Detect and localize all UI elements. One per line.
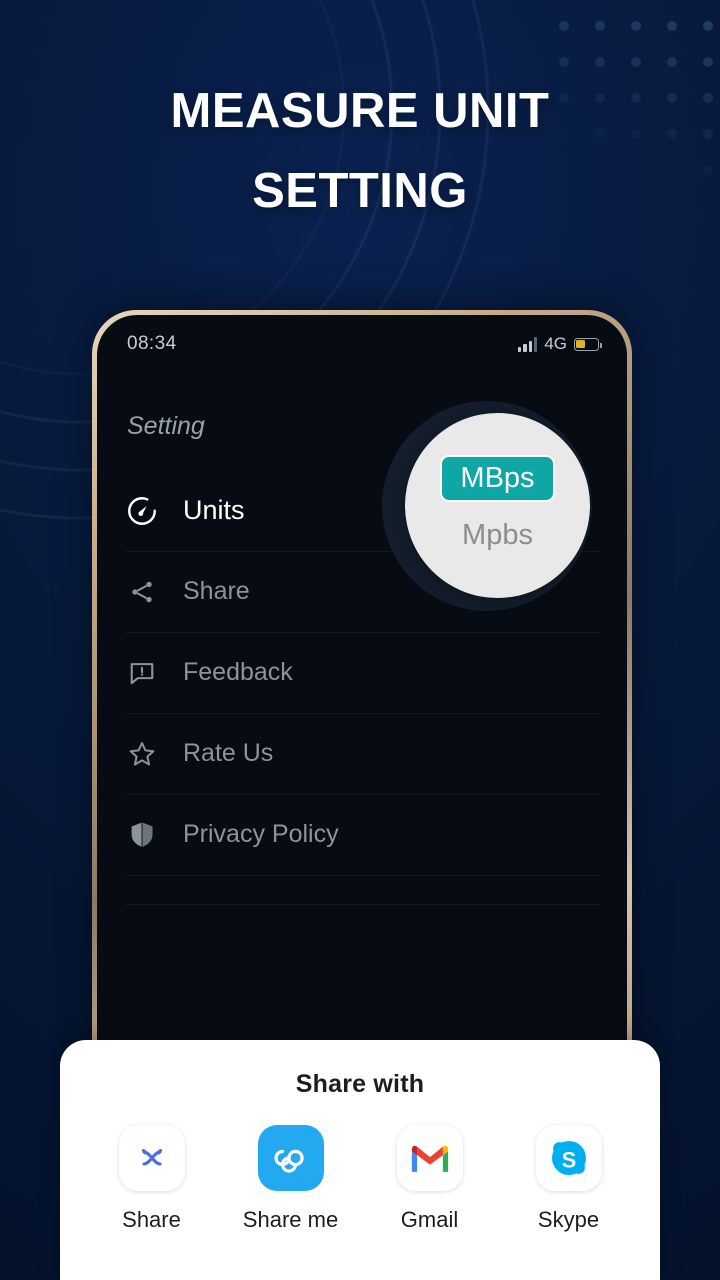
- share-target-share-me[interactable]: Share me: [231, 1125, 351, 1233]
- menu-item-privacy-policy[interactable]: Privacy Policy: [125, 794, 601, 875]
- status-bar: 08:34 4G: [97, 315, 627, 373]
- share-app-label: Share: [122, 1207, 181, 1232]
- menu-item-label: Feedback: [183, 658, 293, 686]
- share-nodes-icon: [125, 578, 159, 606]
- battery-icon: [574, 337, 602, 351]
- menu-item-label: Units: [183, 495, 245, 525]
- unit-option-mbps[interactable]: MBps: [440, 454, 555, 502]
- share-target-share[interactable]: Share: [92, 1125, 212, 1233]
- signal-bars-icon: [517, 336, 538, 352]
- share-sheet: Share with Share Share me Gmail S Skype: [60, 1040, 660, 1280]
- share-app-list: Share Share me Gmail S Skype: [60, 1099, 660, 1233]
- phone-screen: 08:34 4G Setting Units Share Feedback Ra…: [97, 315, 627, 1080]
- share-app-label: Share me: [242, 1207, 339, 1232]
- share-target-skype[interactable]: S Skype: [509, 1125, 629, 1233]
- unit-option-mpbs[interactable]: Mpbs: [446, 514, 549, 557]
- svg-text:S: S: [561, 1148, 576, 1173]
- menu-item-feedback[interactable]: Feedback: [125, 632, 601, 713]
- star-icon: [125, 739, 159, 769]
- phone-mockup: 08:34 4G Setting Units Share Feedback Ra…: [92, 310, 632, 1080]
- page-title-line-1: MEASURE UNIT: [170, 84, 550, 138]
- menu-divider: [125, 875, 601, 876]
- menu-item-label: Share: [183, 577, 250, 605]
- menu-divider: [125, 904, 601, 905]
- share-app-label: Gmail: [400, 1207, 459, 1232]
- feedback-chat-icon: [125, 659, 159, 687]
- screen-title: Setting: [127, 412, 205, 440]
- menu-item-rate-us[interactable]: Rate Us: [125, 713, 601, 794]
- gmail-icon: [396, 1125, 463, 1191]
- share-app-icon: [118, 1125, 185, 1191]
- skype-icon: S: [535, 1125, 602, 1191]
- speedometer-icon: [125, 494, 159, 528]
- status-indicators: 4G: [517, 334, 602, 354]
- page-title: MEASURE UNIT SETTING: [0, 72, 720, 232]
- unit-popup[interactable]: MBps Mpbs: [405, 413, 590, 598]
- menu-item-label: Privacy Policy: [183, 820, 339, 848]
- network-type-label: 4G: [544, 334, 567, 353]
- share-target-gmail[interactable]: Gmail: [370, 1125, 490, 1233]
- share-app-label: Skype: [537, 1207, 600, 1232]
- menu-item-label: Rate Us: [183, 739, 274, 767]
- status-time: 08:34: [127, 333, 177, 354]
- shareme-infinity-icon: [257, 1125, 324, 1191]
- page-title-line-2: SETTING: [252, 163, 468, 218]
- shield-icon: [125, 820, 159, 850]
- share-sheet-title: Share with: [295, 1070, 425, 1098]
